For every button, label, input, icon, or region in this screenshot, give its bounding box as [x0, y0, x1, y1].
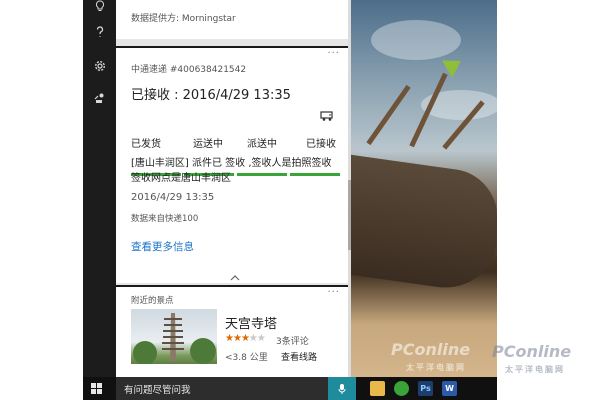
watermark-right: PConline: [492, 342, 572, 361]
cortana-rail: [83, 0, 116, 377]
distance: <3.8 公里: [225, 353, 268, 363]
more-info-link[interactable]: 查看更多信息: [131, 239, 194, 254]
shipwreck: [351, 154, 497, 296]
chevron-up-icon[interactable]: [230, 266, 240, 285]
cortana-search-box[interactable]: 有问题尽管问我: [116, 377, 328, 400]
file-explorer-icon[interactable]: [370, 381, 385, 396]
windows-start-icon[interactable]: [91, 383, 102, 394]
finance-card: 数据提供方: Morningstar: [116, 0, 348, 39]
microphone-icon[interactable]: [328, 377, 356, 400]
word-icon[interactable]: W: [442, 381, 457, 396]
package-card: ··· 中通速递 #400638421542 已接收 : 2016/4/29 1…: [116, 46, 348, 283]
gear-icon[interactable]: [83, 56, 116, 76]
desktop-wallpaper: PConline 太平洋电脑网: [351, 0, 497, 377]
truck-icon: [320, 107, 334, 126]
delivery-detail-cont: 签收网点是唐山丰润区: [131, 173, 231, 184]
star-filled-icon: ★: [232, 333, 242, 344]
star-rating: ★★★★★: [225, 333, 266, 344]
browser-icon[interactable]: [394, 381, 409, 396]
stage-transit: 运送中: [193, 139, 223, 150]
stage-received: 已接收: [306, 139, 336, 150]
star-empty-icon: ★: [256, 333, 266, 344]
delivery-detail: [唐山丰润区] 派件已 签收 ,签收人是拍照签收: [131, 158, 332, 169]
lightbulb-icon[interactable]: [83, 0, 116, 16]
directions-link[interactable]: 查看线路: [281, 350, 317, 363]
taskbar: 有问题尽管问我 Ps W: [83, 377, 497, 400]
review-count: 3条评论: [276, 337, 309, 347]
cortana-panel: 数据提供方: Morningstar ··· 中通速递 #40063842154…: [116, 0, 351, 377]
wreck-plank: [366, 84, 411, 146]
stage-shipped: 已发货: [131, 139, 161, 150]
star-empty-icon: ★: [248, 333, 258, 344]
watermark: PConline: [391, 340, 471, 359]
carrier-number: 中通速递 #400638421542: [131, 65, 247, 75]
progress-segment: [290, 173, 340, 176]
progress-segment: [237, 173, 287, 176]
data-source: 数据来自快递100: [131, 214, 199, 224]
photoshop-icon[interactable]: Ps: [418, 381, 433, 396]
nearby-heading: 附近的景点: [131, 296, 174, 306]
feedback-icon[interactable]: [83, 88, 116, 108]
more-icon[interactable]: ···: [327, 48, 340, 59]
left-white-margin: [0, 0, 83, 377]
pagoda-photo[interactable]: [131, 309, 217, 364]
nearby-card: ··· 附近的景点 天宫寺塔 ★★★★★ 3条评论 <3.8 公里 查看线路: [116, 285, 348, 377]
package-status: 已接收 : 2016/4/29 13:35: [131, 88, 291, 103]
star-filled-icon: ★: [225, 333, 234, 344]
delivery-timestamp: 2016/4/29 13:35: [131, 192, 215, 203]
watermark-sub: 太平洋电脑网: [406, 363, 466, 372]
more-icon[interactable]: ···: [327, 287, 340, 298]
data-provider: 数据提供方: Morningstar: [131, 14, 236, 24]
stage-delivering: 派送中: [247, 139, 277, 150]
star-filled-icon: ★: [240, 333, 250, 344]
search-text: 有问题尽管问我: [124, 385, 191, 396]
cloud: [371, 20, 461, 60]
help-icon[interactable]: [83, 22, 116, 42]
place-name[interactable]: 天宫寺塔: [225, 313, 277, 332]
right-white-margin: [497, 0, 600, 377]
watermark-right-sub: 太平洋电脑网: [505, 365, 565, 374]
